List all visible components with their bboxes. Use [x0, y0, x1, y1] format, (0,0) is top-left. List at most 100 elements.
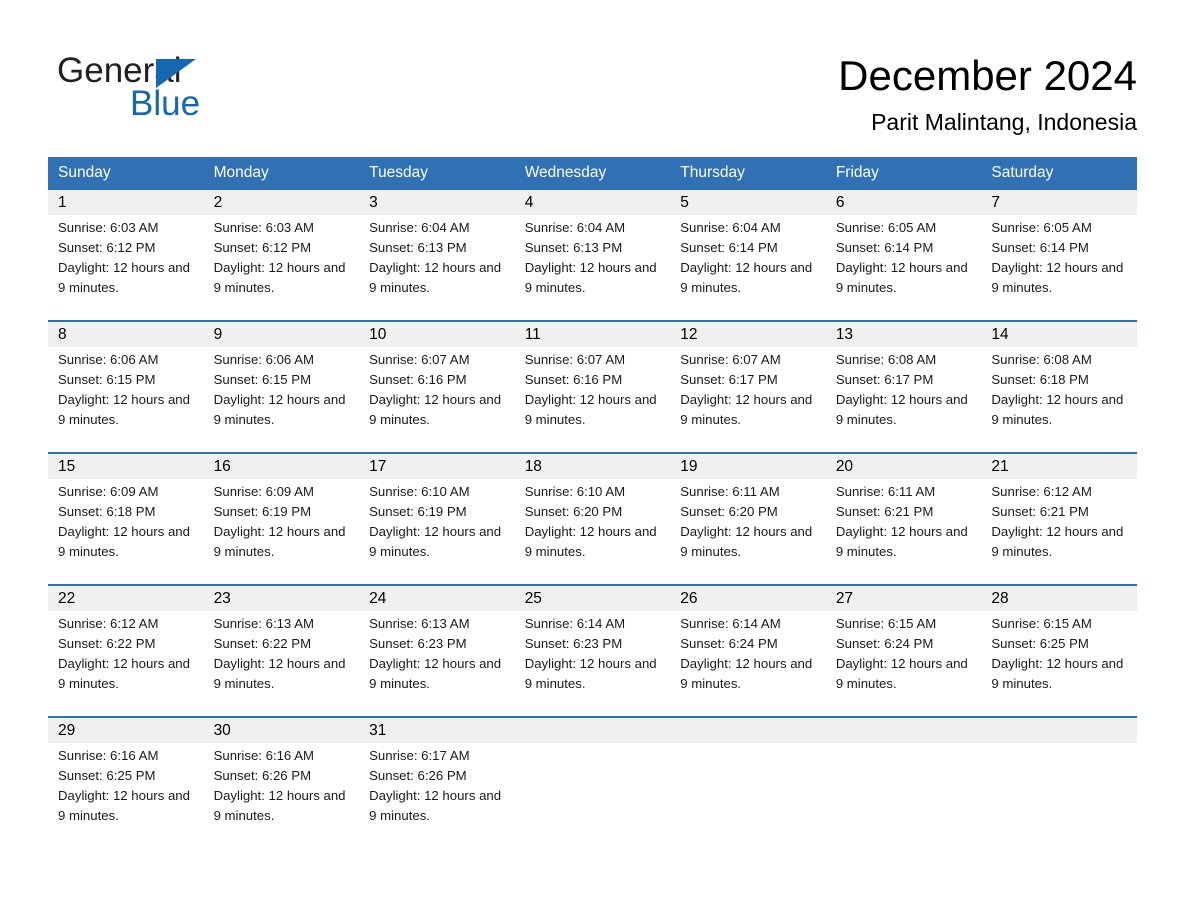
day-info: Sunrise: 6:16 AM Sunset: 6:26 PM Dayligh… — [214, 746, 350, 826]
day-cell[interactable]: 10 Sunrise: 6:07 AM Sunset: 6:16 PM Dayl… — [359, 322, 515, 452]
weekday-header-thursday: Thursday — [680, 164, 745, 181]
daylight-text: Daylight: 12 hours and 9 minutes. — [991, 260, 1124, 295]
day-cell[interactable]: 13 Sunrise: 6:08 AM Sunset: 6:17 PM Dayl… — [826, 322, 982, 452]
day-number: 13 — [835, 326, 854, 343]
weekday-header-sunday: Sunday — [58, 164, 111, 181]
day-info: Sunrise: 6:03 AM Sunset: 6:12 PM Dayligh… — [214, 218, 350, 298]
sunrise-text: Sunrise: 6:03 AM — [213, 220, 314, 235]
sunset-text: Sunset: 6:16 PM — [369, 372, 467, 387]
day-cell[interactable]: 5 Sunrise: 6:04 AM Sunset: 6:14 PM Dayli… — [670, 190, 826, 320]
day-number: 3 — [369, 194, 378, 211]
daylight-text: Daylight: 12 hours and 9 minutes. — [213, 392, 346, 427]
daylight-text: Daylight: 12 hours and 9 minutes. — [213, 788, 346, 823]
day-cell[interactable]: 17 Sunrise: 6:10 AM Sunset: 6:19 PM Dayl… — [359, 454, 515, 584]
day-cell[interactable]: 20 Sunrise: 6:11 AM Sunset: 6:21 PM Dayl… — [826, 454, 982, 584]
day-number: 27 — [835, 590, 854, 607]
sunrise-text: Sunrise: 6:15 AM — [991, 616, 1092, 631]
sunrise-text: Sunrise: 6:07 AM — [369, 352, 470, 367]
sunset-text: Sunset: 6:21 PM — [991, 504, 1089, 519]
sunrise-text: Sunrise: 6:08 AM — [991, 352, 1092, 367]
sunrise-text: Sunrise: 6:04 AM — [369, 220, 470, 235]
daylight-text: Daylight: 12 hours and 9 minutes. — [991, 656, 1124, 691]
day-cell[interactable]: 8 Sunrise: 6:06 AM Sunset: 6:15 PM Dayli… — [48, 322, 204, 452]
sunrise-text: Sunrise: 6:15 AM — [835, 616, 937, 631]
weekday-header-row: Sunday Monday Tuesday Wednesday Thursday… — [48, 157, 1137, 188]
title-block: December 2024 Parit Malintang, Indonesia — [838, 50, 1137, 137]
sunset-text: Sunset: 6:19 PM — [213, 504, 312, 519]
day-cell[interactable]: 7 Sunrise: 6:05 AM Sunset: 6:14 PM Dayli… — [981, 190, 1137, 320]
day-cell[interactable]: 28 Sunrise: 6:15 AM Sunset: 6:25 PM Dayl… — [981, 586, 1137, 716]
day-cell[interactable]: 6 Sunrise: 6:05 AM Sunset: 6:14 PM Dayli… — [826, 190, 982, 320]
day-cell[interactable]: 22 Sunrise: 6:12 AM Sunset: 6:22 PM Dayl… — [48, 586, 204, 716]
day-cell[interactable]: 19 Sunrise: 6:11 AM Sunset: 6:20 PM Dayl… — [670, 454, 826, 584]
day-cell-empty — [670, 718, 826, 848]
sunset-text: Sunset: 6:14 PM — [991, 240, 1089, 255]
day-cell[interactable]: 29 Sunrise: 6:16 AM Sunset: 6:25 PM Dayl… — [48, 718, 204, 848]
day-cell[interactable]: 2 Sunrise: 6:03 AM Sunset: 6:12 PM Dayli… — [204, 190, 360, 320]
day-cell[interactable]: 18 Sunrise: 6:10 AM Sunset: 6:20 PM Dayl… — [515, 454, 671, 584]
sunrise-text: Sunrise: 6:12 AM — [991, 484, 1092, 499]
daylight-text: Daylight: 12 hours and 9 minutes. — [58, 524, 190, 559]
daylight-text: Daylight: 12 hours and 9 minutes. — [991, 392, 1124, 427]
week-row: 15 Sunrise: 6:09 AM Sunset: 6:18 PM Dayl… — [48, 452, 1137, 584]
day-cell[interactable]: 24 Sunrise: 6:13 AM Sunset: 6:23 PM Dayl… — [359, 586, 515, 716]
daylight-text: Daylight: 12 hours and 9 minutes. — [213, 524, 346, 559]
sunset-text: Sunset: 6:12 PM — [58, 240, 156, 255]
sunrise-text: Sunrise: 6:14 AM — [524, 616, 626, 631]
sunset-text: Sunset: 6:23 PM — [369, 636, 467, 651]
day-cell[interactable]: 11 Sunrise: 6:07 AM Sunset: 6:16 PM Dayl… — [515, 322, 671, 452]
sunrise-text: Sunrise: 6:05 AM — [991, 220, 1092, 235]
daylight-text: Daylight: 12 hours and 9 minutes. — [369, 260, 502, 295]
day-info: Sunrise: 6:04 AM Sunset: 6:14 PM Dayligh… — [680, 218, 816, 298]
day-cell[interactable]: 21 Sunrise: 6:12 AM Sunset: 6:21 PM Dayl… — [981, 454, 1137, 584]
day-cell[interactable]: 25 Sunrise: 6:14 AM Sunset: 6:23 PM Dayl… — [515, 586, 671, 716]
day-cell[interactable]: 27 Sunrise: 6:15 AM Sunset: 6:24 PM Dayl… — [826, 586, 982, 716]
day-number: 24 — [369, 590, 387, 607]
day-info: Sunrise: 6:04 AM Sunset: 6:13 PM Dayligh… — [369, 218, 505, 298]
sunrise-text: Sunrise: 6:16 AM — [213, 748, 314, 763]
week-row: 29 Sunrise: 6:16 AM Sunset: 6:25 PM Dayl… — [48, 716, 1137, 848]
day-info: Sunrise: 6:16 AM Sunset: 6:25 PM Dayligh… — [58, 746, 194, 826]
sunrise-text: Sunrise: 6:09 AM — [213, 484, 314, 499]
day-cell-empty — [981, 718, 1137, 848]
sunrise-text: Sunrise: 6:10 AM — [369, 484, 470, 499]
day-cell[interactable]: 23 Sunrise: 6:13 AM Sunset: 6:22 PM Dayl… — [204, 586, 360, 716]
day-cell[interactable]: 9 Sunrise: 6:06 AM Sunset: 6:15 PM Dayli… — [204, 322, 360, 452]
day-cell-empty — [826, 718, 982, 848]
day-cell[interactable]: 12 Sunrise: 6:07 AM Sunset: 6:17 PM Dayl… — [670, 322, 826, 452]
sunset-text: Sunset: 6:13 PM — [369, 240, 467, 255]
calendar-page: General Blue December 2024 Parit Malinta… — [0, 0, 1188, 918]
sunrise-text: Sunrise: 6:06 AM — [58, 352, 159, 367]
generalblue-logo[interactable]: General Blue — [57, 52, 387, 127]
sunset-text: Sunset: 6:24 PM — [680, 636, 778, 651]
day-cell[interactable]: 15 Sunrise: 6:09 AM Sunset: 6:18 PM Dayl… — [48, 454, 204, 584]
day-info: Sunrise: 6:07 AM Sunset: 6:17 PM Dayligh… — [680, 350, 816, 430]
day-cell[interactable]: 31 Sunrise: 6:17 AM Sunset: 6:26 PM Dayl… — [359, 718, 515, 848]
day-cell[interactable]: 3 Sunrise: 6:04 AM Sunset: 6:13 PM Dayli… — [359, 190, 515, 320]
day-cell[interactable]: 4 Sunrise: 6:04 AM Sunset: 6:13 PM Dayli… — [515, 190, 671, 320]
daylight-text: Daylight: 12 hours and 9 minutes. — [369, 524, 502, 559]
day-number: 16 — [213, 458, 231, 475]
day-cell[interactable]: 16 Sunrise: 6:09 AM Sunset: 6:19 PM Dayl… — [204, 454, 360, 584]
sunrise-text: Sunrise: 6:03 AM — [58, 220, 159, 235]
sunset-text: Sunset: 6:23 PM — [524, 636, 623, 651]
day-info: Sunrise: 6:11 AM Sunset: 6:21 PM Dayligh… — [836, 482, 972, 562]
sunrise-text: Sunrise: 6:11 AM — [835, 484, 936, 499]
sunrise-text: Sunrise: 6:11 AM — [680, 484, 780, 499]
day-info: Sunrise: 6:09 AM Sunset: 6:18 PM Dayligh… — [58, 482, 194, 562]
daylight-text: Daylight: 12 hours and 9 minutes. — [835, 656, 968, 691]
day-cell[interactable]: 30 Sunrise: 6:16 AM Sunset: 6:26 PM Dayl… — [204, 718, 360, 848]
sunset-text: Sunset: 6:26 PM — [213, 768, 312, 783]
day-info: Sunrise: 6:13 AM Sunset: 6:22 PM Dayligh… — [214, 614, 350, 694]
day-cell[interactable]: 1 Sunrise: 6:03 AM Sunset: 6:12 PM Dayli… — [48, 190, 204, 320]
day-number: 4 — [524, 194, 534, 211]
daylight-text: Daylight: 12 hours and 9 minutes. — [58, 788, 190, 823]
sunset-text: Sunset: 6:22 PM — [58, 636, 156, 651]
day-cell[interactable]: 14 Sunrise: 6:08 AM Sunset: 6:18 PM Dayl… — [981, 322, 1137, 452]
day-cell[interactable]: 26 Sunrise: 6:14 AM Sunset: 6:24 PM Dayl… — [670, 586, 826, 716]
weekday-header-saturday: Saturday — [991, 164, 1054, 181]
daylight-text: Daylight: 12 hours and 9 minutes. — [835, 392, 968, 427]
daylight-text: Daylight: 12 hours and 9 minutes. — [369, 788, 502, 823]
daylight-text: Daylight: 12 hours and 9 minutes. — [680, 656, 813, 691]
sunrise-text: Sunrise: 6:13 AM — [369, 616, 470, 631]
